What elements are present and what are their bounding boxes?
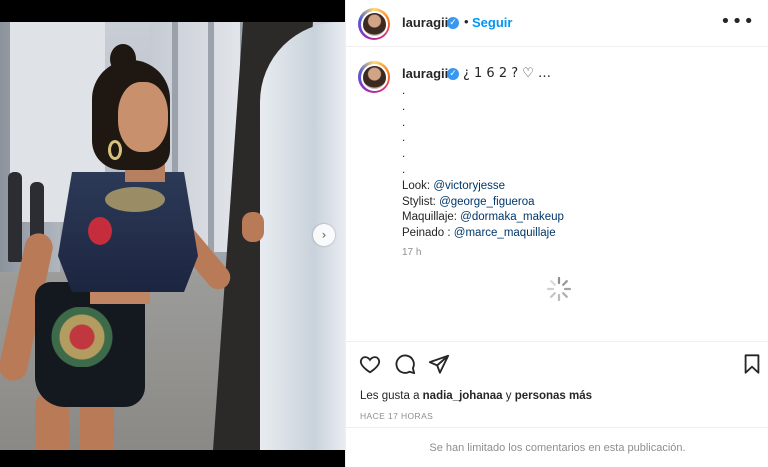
caption-line-text: .: [402, 132, 406, 145]
credit-label: Look:: [402, 179, 434, 192]
caption-line: .: [402, 84, 564, 100]
share-icon[interactable]: [428, 353, 450, 375]
more-options-icon[interactable]: •••: [720, 11, 755, 32]
caption-line-credit: Look: @victoryjesse: [402, 179, 564, 195]
likes-mid: y: [502, 390, 515, 402]
photo-skirt-embroidery: [50, 307, 130, 367]
caption-username[interactable]: lauragii: [402, 66, 448, 81]
caption-first-line: ¿ 1 6 2 ? ♡ …: [463, 66, 552, 81]
caption-line-credit: Stylist: @george_figueroa: [402, 195, 564, 211]
caption-line: .: [402, 116, 564, 132]
photo-face: [118, 82, 168, 152]
caption-line-text: .: [402, 148, 406, 161]
mention-link[interactable]: @victoryjesse: [433, 180, 505, 192]
post-actions-bar: [346, 343, 768, 383]
avatar-image: [360, 63, 388, 91]
credit-label: Maquillaje:: [402, 211, 461, 224]
comment-icon[interactable]: [394, 353, 416, 375]
photo-background-person: [8, 172, 22, 262]
photo-rose: [88, 217, 112, 245]
photo-blouse-embroidery: [105, 187, 165, 212]
caption-line-text: .: [402, 100, 406, 113]
post-photo[interactable]: [0, 22, 345, 450]
caption-line-credit: Peinado : @marce_maquillaje: [402, 226, 564, 242]
next-photo-button[interactable]: ›: [313, 224, 335, 246]
avatar[interactable]: [358, 8, 390, 40]
caption-line: .: [402, 131, 564, 147]
avatar-image: [360, 10, 388, 38]
post-header: lauragii ✓ • Seguir •••: [346, 0, 768, 47]
loading-spinner-icon: [546, 276, 572, 302]
likes-summary: Les gusta a nadia_johanaa y personas más: [360, 390, 592, 402]
likes-user-link[interactable]: nadia_johanaa: [423, 390, 503, 402]
likes-prefix: Les gusta a: [360, 390, 423, 402]
avatar[interactable]: [358, 61, 390, 93]
photo-stripe: [208, 22, 214, 252]
verified-badge-icon: ✓: [447, 68, 459, 80]
header-username[interactable]: lauragii: [402, 15, 448, 30]
follow-button[interactable]: Seguir: [472, 15, 512, 30]
caption-line-credit: Maquillaje: @dormaka_makeup: [402, 210, 564, 226]
verified-badge-icon: ✓: [447, 17, 459, 29]
credit-label: Stylist:: [402, 195, 440, 208]
caption-line-text: .: [402, 163, 406, 176]
post-age[interactable]: HACE 17 HORAS: [360, 411, 433, 421]
caption-timestamp[interactable]: 17 h: [402, 247, 421, 258]
likes-others-link[interactable]: personas más: [515, 390, 592, 402]
mention-link[interactable]: @dormaka_makeup: [460, 211, 564, 223]
caption-section: lauragii ✓ ¿ 1 6 2 ? ♡ … . . . . . . Loo…: [346, 48, 768, 342]
mention-link[interactable]: @marce_maquillaje: [454, 227, 556, 239]
caption-body: . . . . . . Look: @victoryjesse Stylist:…: [402, 84, 564, 242]
caption-line: .: [402, 163, 564, 179]
caption-line: .: [402, 147, 564, 163]
post-side-panel: lauragii ✓ • Seguir ••• lauragii ✓ ¿ 1 6…: [345, 0, 768, 467]
photo-hand: [242, 212, 264, 242]
chevron-right-icon: ›: [321, 228, 327, 242]
credit-label: Peinado :: [402, 227, 454, 240]
post-media-panel: ›: [0, 0, 345, 467]
photo-earring: [108, 140, 122, 160]
comments-limited-notice: Se han limitado los comentarios en esta …: [346, 427, 768, 467]
caption-line: .: [402, 100, 564, 116]
mention-link[interactable]: @george_figueroa: [439, 196, 534, 208]
heart-icon[interactable]: [359, 353, 381, 375]
bookmark-icon[interactable]: [741, 353, 763, 375]
separator-dot: •: [464, 14, 469, 29]
caption-line-text: .: [402, 116, 406, 129]
caption-line-text: .: [402, 85, 406, 97]
